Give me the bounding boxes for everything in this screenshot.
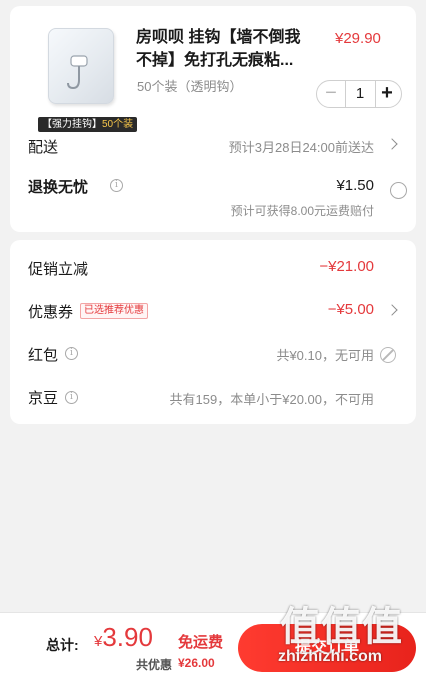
info-icon[interactable]: i <box>110 179 123 192</box>
product-card: 【强力挂钩】50个装 房呗呗 挂钩【墙不倒我不掉】免打孔无痕粘... ¥29.9… <box>10 6 416 232</box>
chevron-right-icon[interactable] <box>386 138 398 150</box>
info-icon[interactable]: i <box>65 347 78 360</box>
delivery-label: 配送 <box>28 139 59 156</box>
badge-prefix: 【强力挂钩】 <box>42 119 102 130</box>
increase-quantity-button[interactable]: + <box>373 81 401 107</box>
coupon-recommended-tag: 已选推荐优惠 <box>80 303 148 319</box>
jd-beans-label: 京豆 <box>28 390 59 407</box>
coupon-value[interactable]: −¥5.00 <box>328 301 374 318</box>
total-amount: ¥3.90 <box>94 622 153 653</box>
product-title[interactable]: 房呗呗 挂钩【墙不倒我不掉】免打孔无痕粘... <box>136 26 312 72</box>
watermark-logo: 值值值 <box>280 605 403 649</box>
watermark: 值值值 zhizhizhi.com <box>276 594 422 678</box>
discounts-card: 促销立减 −¥21.00 优惠券 −¥5.00 红包 i 共¥0.10，无可用 … <box>10 240 416 424</box>
decrease-quantity-button[interactable]: − <box>317 81 345 107</box>
jd-beans-value: 共有159，本单小于¥20.00，不可用 <box>169 392 374 407</box>
free-shipping-label: 免运费 <box>178 634 224 651</box>
hook-icon <box>67 55 88 90</box>
badge-highlight: 50个装 <box>102 119 134 130</box>
watermark-text: zhizhizhi.com <box>278 648 382 665</box>
delivery-estimate[interactable]: 预计3月28日24:00前送达 <box>229 137 374 156</box>
chevron-right-icon[interactable] <box>386 304 398 316</box>
return-service-label: 退换无忧 <box>28 179 89 196</box>
product-price: ¥29.90 <box>335 30 381 47</box>
saved-amount: ¥26.00 <box>178 656 215 670</box>
disabled-icon <box>380 347 396 363</box>
saved-label: 共优惠 <box>136 658 173 672</box>
product-badge: 【强力挂钩】50个装 <box>38 117 138 132</box>
total-amount-value: 3.90 <box>102 622 153 652</box>
red-packet-value: 共¥0.10，无可用 <box>276 348 374 363</box>
return-service-note: 预计可获得8.00元运费赔付 <box>230 204 374 218</box>
quantity-value[interactable]: 1 <box>345 81 375 107</box>
red-packet-label: 红包 <box>28 347 59 364</box>
quantity-stepper: − 1 + <box>316 80 402 108</box>
promo-value: −¥21.00 <box>319 258 374 275</box>
return-service-price: ¥1.50 <box>336 177 374 194</box>
product-spec[interactable]: 50个装（透明钩） <box>137 76 242 95</box>
product-image[interactable]: 【强力挂钩】50个装 <box>26 24 138 132</box>
info-icon[interactable]: i <box>65 391 78 404</box>
return-service-radio[interactable] <box>390 182 407 199</box>
coupon-label: 优惠券 <box>28 304 74 321</box>
total-label: 总计: <box>46 637 79 653</box>
promo-label: 促销立减 <box>28 261 89 278</box>
